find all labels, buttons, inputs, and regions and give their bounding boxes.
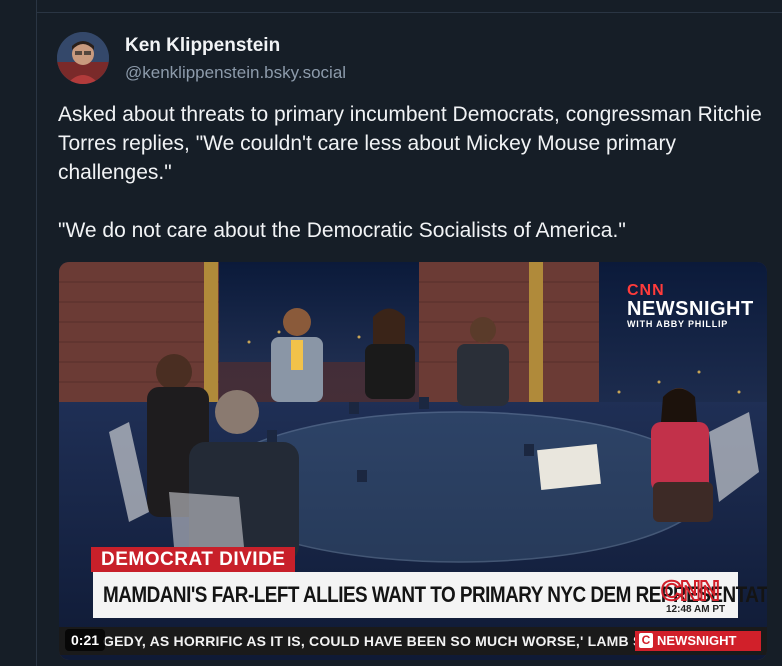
ticker-brand: C NEWSNIGHT bbox=[635, 631, 761, 651]
ticker-text: GEDY, AS HORRIFIC AS IT IS, COULD HAVE B… bbox=[103, 633, 672, 649]
chyron: MAMDANI'S FAR-LEFT ALLIES WANT TO PRIMAR… bbox=[93, 572, 767, 618]
wall-brand: CNN NEWSNIGHT WITH ABBY PHILLIP bbox=[627, 282, 754, 329]
news-ticker: GEDY, AS HORRIFIC AS IT IS, COULD HAVE B… bbox=[59, 627, 767, 655]
ticker-logo: C bbox=[639, 633, 653, 648]
avatar[interactable] bbox=[57, 32, 109, 84]
author-handle[interactable]: @kenklippenstein.bsky.social bbox=[125, 63, 346, 83]
video-player[interactable]: CNN NEWSNIGHT WITH ABBY PHILLIP DEMOCRAT… bbox=[59, 262, 767, 660]
chyron-kicker: DEMOCRAT DIVIDE bbox=[91, 547, 296, 572]
post-paragraph: "We do not care about the Democratic Soc… bbox=[58, 219, 626, 242]
post-text: Asked about threats to primary incumbent… bbox=[58, 100, 774, 245]
video-timestamp: 0:21 bbox=[65, 629, 106, 651]
cnn-logo-text: CNN bbox=[661, 575, 719, 605]
author-name[interactable]: Ken Klippenstein bbox=[125, 35, 280, 57]
broadcast-clock: 12:48 AM PT bbox=[666, 604, 726, 615]
divider bbox=[37, 12, 782, 13]
cnn-logo: CNN bbox=[660, 575, 721, 605]
wall-show: NEWSNIGHT bbox=[627, 298, 754, 320]
post-card: Ken Klippenstein @kenklippenstein.bsky.s… bbox=[36, 0, 782, 666]
post-paragraph: Asked about threats to primary incumbent… bbox=[58, 103, 762, 184]
ticker-brand-label: NEWSNIGHT bbox=[657, 633, 737, 648]
